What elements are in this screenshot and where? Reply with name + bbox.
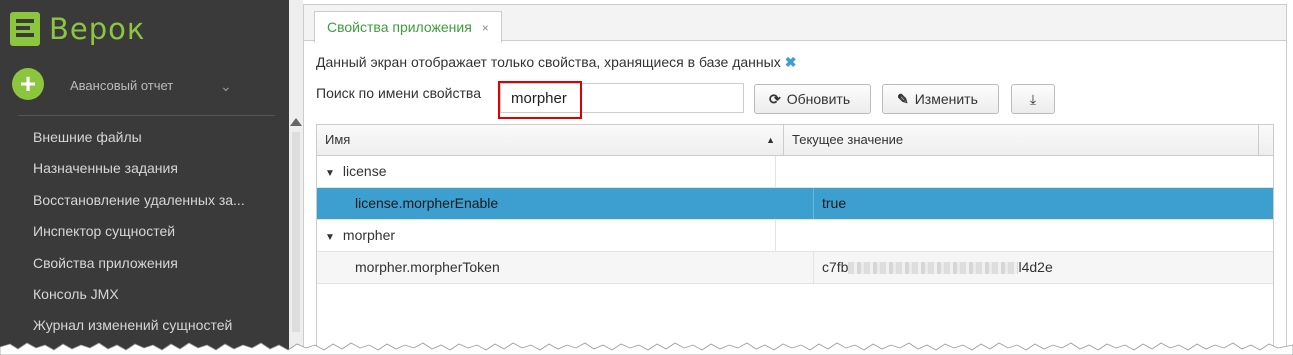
download-icon: ⤓ bbox=[1029, 91, 1037, 107]
search-input[interactable] bbox=[500, 83, 744, 113]
properties-table: Имя ▲ Текущее значение ▼ license license.m… bbox=[316, 124, 1274, 355]
header-spacer bbox=[1259, 125, 1273, 155]
row-name: morpher bbox=[342, 227, 396, 243]
refresh-icon: ⟳ bbox=[769, 91, 781, 107]
torn-edge bbox=[0, 342, 1293, 355]
export-button[interactable]: ⤓ bbox=[1011, 84, 1055, 114]
pencil-icon: ✎ bbox=[897, 91, 909, 107]
sort-asc-icon[interactable]: ▲ bbox=[766, 125, 775, 155]
scroll-thumb[interactable] bbox=[292, 132, 300, 332]
close-icon[interactable]: × bbox=[482, 21, 489, 35]
sidebar-item-scheduled-tasks[interactable]: Назначенные задания bbox=[0, 153, 258, 184]
sidebar-item-jmx-console[interactable]: Консоль JMX bbox=[0, 279, 258, 310]
sidebar-item-entity-log[interactable]: Журнал изменений сущностей bbox=[0, 310, 258, 341]
tab-label: Свойства приложения bbox=[327, 19, 472, 35]
refresh-button[interactable]: ⟳ Обновить bbox=[754, 84, 871, 114]
expand-down-icon[interactable]: ▼ bbox=[325, 158, 335, 189]
scroll-up-icon[interactable] bbox=[290, 118, 302, 126]
edit-label: Изменить bbox=[914, 91, 978, 107]
sidebar: Верок + Авансовый отчет ⌄ Внешние файлы … bbox=[0, 0, 289, 355]
row-value bbox=[776, 156, 1273, 187]
logo-text: Верок bbox=[49, 12, 146, 46]
logo-icon bbox=[10, 12, 40, 46]
column-name-header[interactable]: Имя ▲ bbox=[317, 125, 784, 155]
info-message: Данный экран отображает только свойства,… bbox=[316, 54, 796, 71]
table-row-selected[interactable]: license.morpherEnable true bbox=[317, 188, 1273, 220]
table-row[interactable]: morpher.morpherToken c7fb l4d2e bbox=[317, 252, 1273, 284]
row-name: morpher.morpherToken bbox=[317, 252, 814, 283]
table-header: Имя ▲ Текущее значение bbox=[317, 125, 1273, 156]
report-selector[interactable]: Авансовый отчет bbox=[70, 78, 173, 93]
column-value-header[interactable]: Текущее значение bbox=[784, 125, 1259, 155]
row-value bbox=[776, 220, 1273, 251]
chevron-down-icon[interactable]: ⌄ bbox=[220, 78, 232, 95]
sidebar-item-app-properties[interactable]: Свойства приложения bbox=[0, 248, 258, 279]
sidebar-divider bbox=[18, 115, 275, 116]
edit-button[interactable]: ✎ Изменить bbox=[882, 84, 999, 114]
row-value: true bbox=[822, 195, 847, 211]
table-row[interactable]: ▼ license bbox=[317, 156, 1273, 188]
table-row[interactable]: ▼ morpher bbox=[317, 220, 1273, 252]
app-logo[interactable]: Верок bbox=[10, 12, 145, 46]
refresh-label: Обновить bbox=[786, 91, 851, 107]
sidebar-item-entity-inspector[interactable]: Инспектор сущностей bbox=[0, 216, 258, 247]
row-value: c7fb l4d2e bbox=[814, 252, 1273, 283]
tab-app-properties[interactable]: Свойства приложения × bbox=[314, 11, 502, 43]
search-label: Поиск по имени свойства bbox=[316, 85, 481, 101]
token-prefix: c7fb bbox=[822, 259, 849, 275]
sidebar-menu: Внешние файлы Назначенные задания Восста… bbox=[0, 122, 289, 342]
tab-bar: Свойства приложения × bbox=[304, 5, 1286, 43]
expand-down-icon[interactable]: ▼ bbox=[325, 222, 335, 253]
redacted-blur bbox=[848, 262, 1019, 275]
add-icon[interactable]: + bbox=[12, 68, 44, 100]
sidebar-item-external-files[interactable]: Внешние файлы bbox=[0, 122, 258, 153]
main-panel: Свойства приложения × Данный экран отобра… bbox=[303, 4, 1287, 355]
token-suffix: l4d2e bbox=[1018, 259, 1053, 275]
sidebar-item-restore-deleted[interactable]: Восстановление удаленных за... bbox=[0, 185, 258, 216]
row-name: license bbox=[342, 163, 387, 179]
dismiss-icon[interactable]: ✖ bbox=[785, 54, 797, 70]
sidebar-scrollbar[interactable] bbox=[289, 0, 303, 355]
info-text: Данный экран отображает только свойства,… bbox=[316, 54, 781, 70]
main-area: Свойства приложения × Данный экран отобра… bbox=[303, 0, 1293, 355]
row-name: license.morpherEnable bbox=[317, 188, 814, 219]
